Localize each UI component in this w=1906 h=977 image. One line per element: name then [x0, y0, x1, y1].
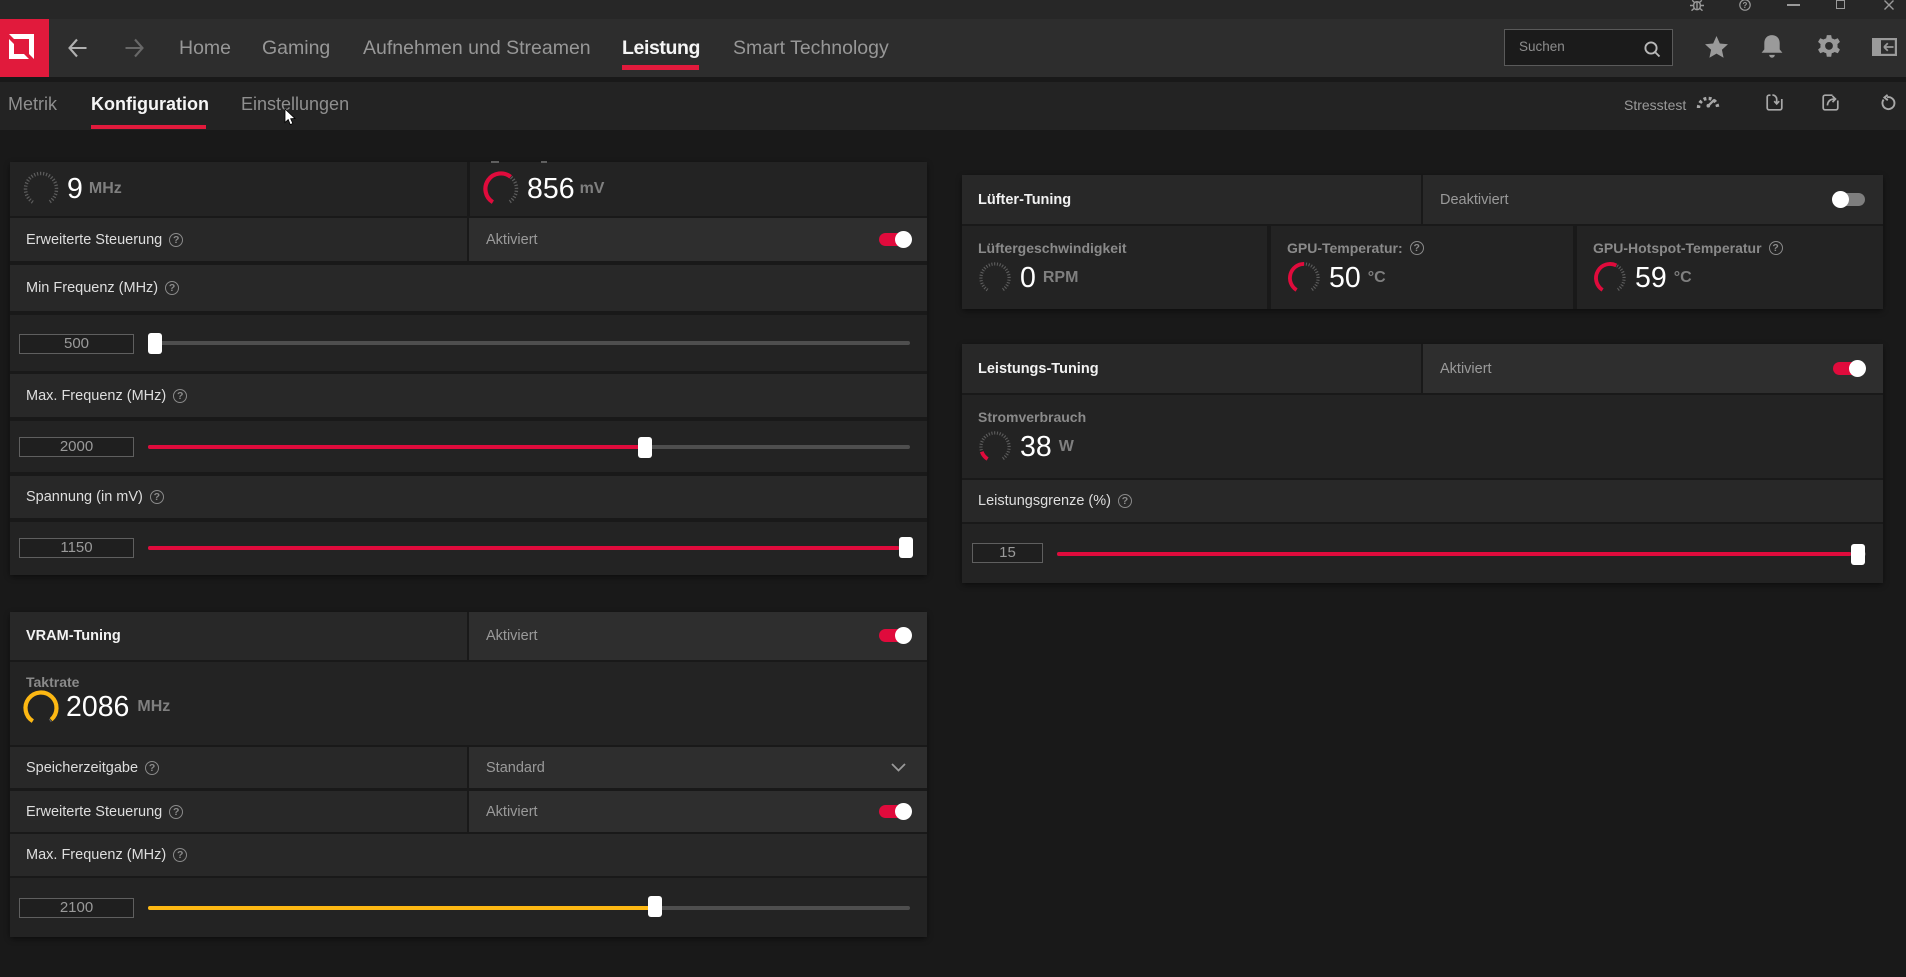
- svg-text:?: ?: [1743, 1, 1748, 10]
